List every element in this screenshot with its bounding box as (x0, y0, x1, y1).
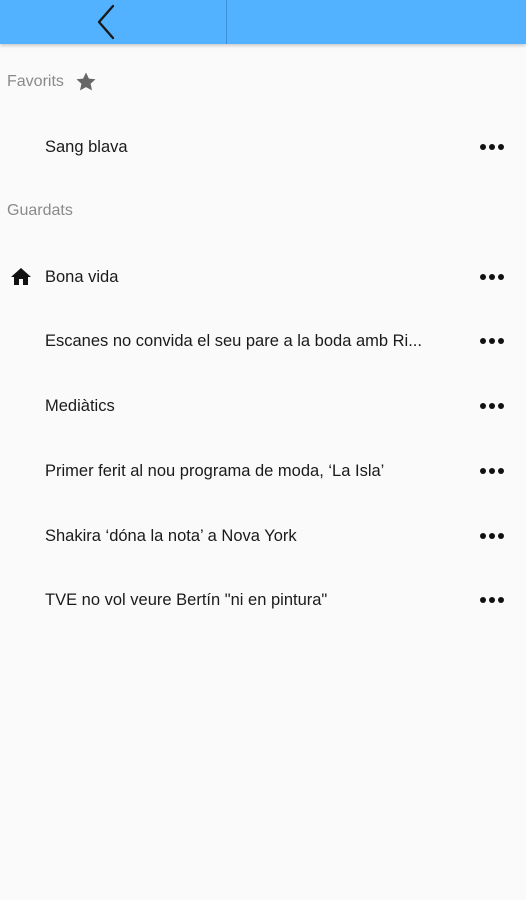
more-horizontal-icon (480, 338, 504, 344)
top-app-bar (0, 0, 526, 44)
more-horizontal-icon (480, 533, 504, 539)
saved-section-header: Guardats (7, 202, 73, 220)
more-options-button[interactable] (474, 522, 510, 550)
list-item-label: Mediàtics (45, 396, 115, 415)
more-horizontal-icon (480, 144, 504, 150)
more-options-button[interactable] (474, 392, 510, 420)
list-item-saved[interactable]: Escanes no convida el seu pare a la boda… (0, 321, 526, 361)
list-item-favorite[interactable]: Sang blava (0, 127, 526, 167)
more-options-button[interactable] (474, 586, 510, 614)
list-item-label: Escanes no convida el seu pare a la boda… (45, 331, 422, 350)
chevron-left-icon (97, 4, 115, 40)
list-item-label: TVE no vol veure Bertín "ni en pintura" (45, 590, 328, 609)
more-horizontal-icon (480, 597, 504, 603)
list-item-label: Bona vida (45, 267, 119, 286)
more-horizontal-icon (480, 274, 504, 280)
list-item-saved[interactable]: Bona vida (0, 257, 526, 297)
back-button[interactable] (78, 0, 134, 44)
list-item-label: Sang blava (45, 137, 128, 156)
favorites-section-header: Favorits (7, 70, 98, 94)
star-icon (74, 70, 98, 94)
topbar-divider (226, 0, 227, 44)
more-options-button[interactable] (474, 133, 510, 161)
favorites-title: Favorits (7, 73, 64, 90)
list-item-saved[interactable]: Shakira ‘dóna la nota’ a Nova York (0, 516, 526, 556)
more-options-button[interactable] (474, 327, 510, 355)
more-options-button[interactable] (474, 457, 510, 485)
list-item-label: Shakira ‘dóna la nota’ a Nova York (45, 526, 297, 545)
list-item-saved[interactable]: TVE no vol veure Bertín "ni en pintura" (0, 580, 526, 620)
more-horizontal-icon (480, 468, 504, 474)
more-horizontal-icon (480, 403, 504, 409)
home-icon (11, 268, 31, 285)
saved-title: Guardats (7, 202, 73, 219)
list-item-label: Primer ferit al nou programa de moda, ‘L… (45, 461, 385, 480)
list-item-saved[interactable]: Primer ferit al nou programa de moda, ‘L… (0, 451, 526, 491)
list-item-saved[interactable]: Mediàtics (0, 386, 526, 426)
more-options-button[interactable] (474, 263, 510, 291)
